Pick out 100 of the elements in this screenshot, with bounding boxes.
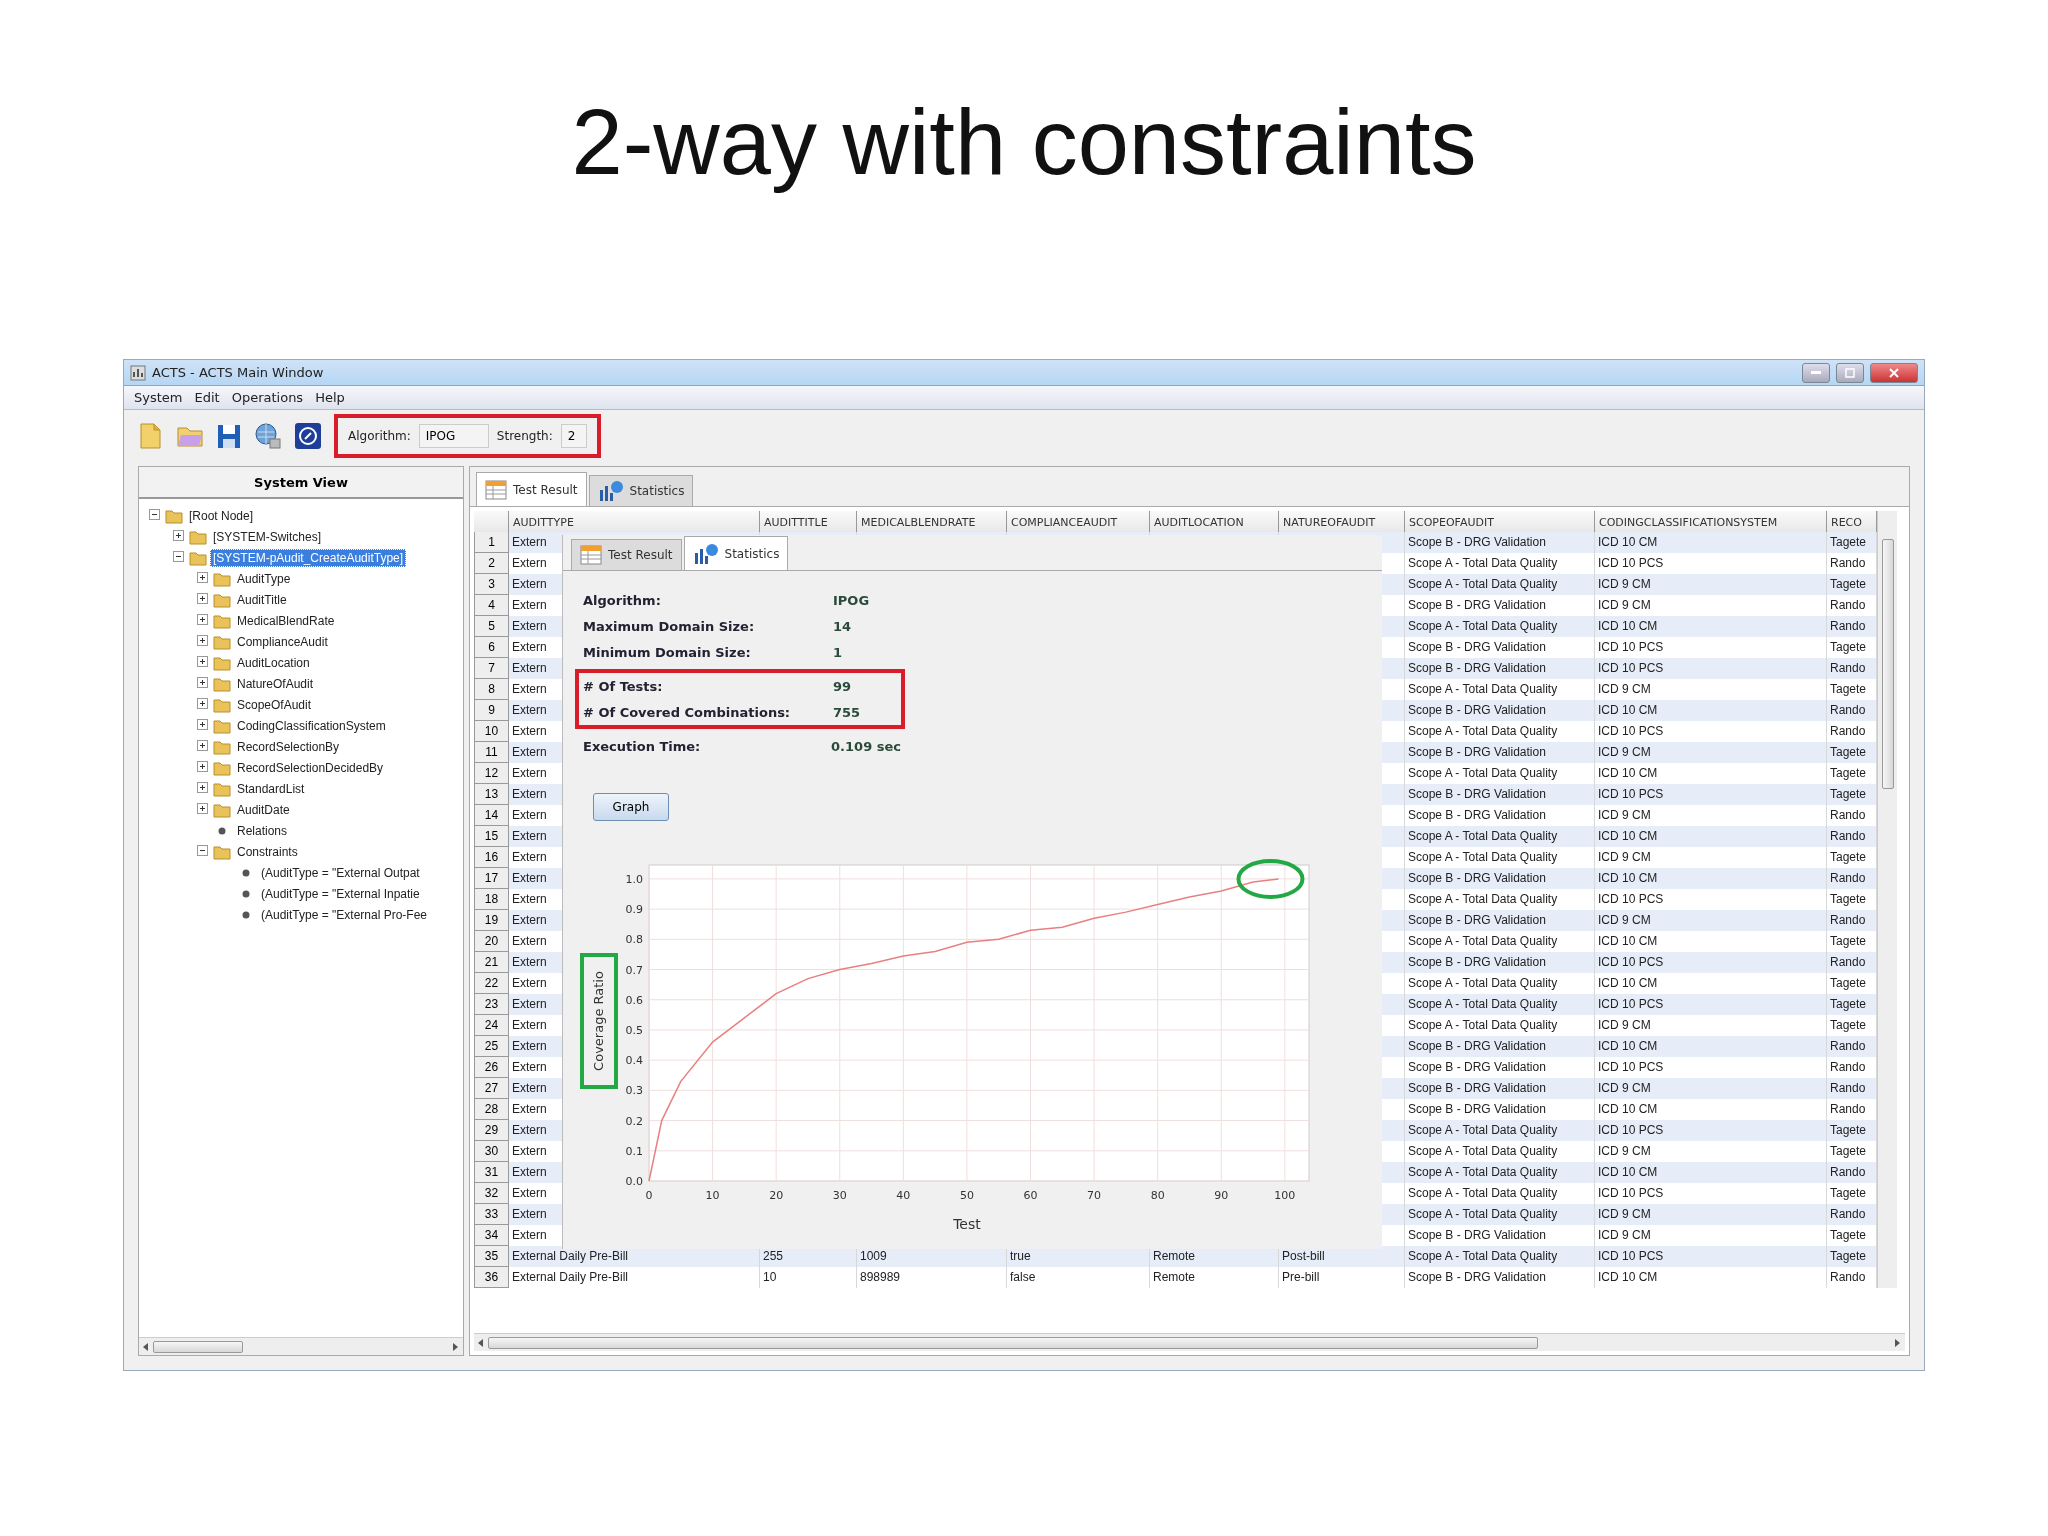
right-arrow-icon[interactable] <box>453 1342 459 1351</box>
expand-icon[interactable] <box>197 656 208 667</box>
help-icon[interactable] <box>294 422 322 450</box>
column-header[interactable]: AUDITLOCATION <box>1150 511 1279 535</box>
row-number: 6 <box>474 637 509 658</box>
folder-icon <box>165 507 183 524</box>
collapse-icon[interactable] <box>173 551 184 562</box>
expand-icon[interactable] <box>197 803 208 814</box>
bullet-icon <box>218 826 226 835</box>
expand-icon[interactable] <box>197 782 208 793</box>
chart-icon <box>692 542 719 565</box>
column-header[interactable]: CODINGCLASSIFICATIONSYSTEM <box>1595 511 1827 535</box>
menu-item[interactable]: Operations <box>231 390 304 405</box>
minimize-button[interactable] <box>1802 362 1830 383</box>
tree-item[interactable]: RecordSelectionDecidedBy <box>234 758 387 777</box>
collapse-icon[interactable] <box>149 509 160 520</box>
left-arrow-icon[interactable] <box>478 1338 484 1347</box>
table-icon <box>485 479 507 500</box>
tree-item[interactable]: (AuditType = "External Outpat <box>258 863 423 882</box>
expand-icon[interactable] <box>197 635 208 646</box>
app-icon <box>130 364 146 381</box>
expand-icon[interactable] <box>197 698 208 709</box>
stat-label: Maximum Domain Size: <box>583 618 756 634</box>
tab[interactable]: Test Result <box>476 472 587 506</box>
column-header[interactable]: AUDITTYPE <box>509 511 760 535</box>
expand-icon[interactable] <box>197 761 208 772</box>
expand-icon[interactable] <box>173 530 184 541</box>
column-header[interactable]: RECO <box>1827 511 1877 535</box>
tree-item[interactable]: ComplianceAudit <box>234 632 331 651</box>
tab[interactable]: Statistics <box>588 475 694 506</box>
right-arrow-icon[interactable] <box>1895 1338 1901 1347</box>
tree-item[interactable]: AuditType <box>234 569 294 588</box>
tab[interactable]: Test Result <box>571 539 682 570</box>
horizontal-scrollbar[interactable] <box>474 1333 1905 1351</box>
x-tick-label: 100 <box>1274 1189 1296 1202</box>
globe-icon[interactable] <box>254 422 282 450</box>
tree-item[interactable]: StandardList <box>234 779 308 798</box>
horizontal-scrollbar[interactable] <box>139 1337 463 1355</box>
maximize-icon <box>1845 367 1855 378</box>
expand-icon[interactable] <box>197 614 208 625</box>
expand-icon[interactable] <box>197 593 208 604</box>
row-number: 29 <box>474 1120 509 1141</box>
tree-item[interactable]: AuditDate <box>234 800 293 819</box>
left-arrow-icon[interactable] <box>143 1342 149 1351</box>
table-icon <box>580 545 602 565</box>
row-number: 11 <box>474 742 509 763</box>
expand-icon[interactable] <box>197 572 208 583</box>
tree-item[interactable]: CodingClassificationSystem <box>234 716 389 735</box>
tree-item[interactable]: [SYSTEM-pAudit_CreateAuditType] <box>210 548 407 567</box>
x-axis-title: Test <box>953 1216 981 1232</box>
table-cell: Scope B - DRG Validation <box>1405 1267 1595 1288</box>
column-header[interactable]: AUDITTITLE <box>760 511 857 535</box>
row-number: 28 <box>474 1099 509 1120</box>
vertical-scrollbar[interactable] <box>1877 511 1897 1288</box>
table-cell: ICD 10 CM <box>1595 1267 1827 1288</box>
tree-item[interactable]: (AuditType = "External Pro-Fee <box>258 905 430 924</box>
folder-icon <box>213 696 231 713</box>
save-icon[interactable] <box>216 422 242 450</box>
y-tick-label: 0.6 <box>625 993 643 1007</box>
collapse-icon[interactable] <box>197 845 208 856</box>
column-header[interactable]: MEDICALBLENDRATE <box>857 511 1007 535</box>
menu-item[interactable]: Edit <box>194 390 220 405</box>
tree-item[interactable]: RecordSelectionBy <box>234 737 343 756</box>
row-number: 19 <box>474 910 509 931</box>
tree-item[interactable]: Relations <box>234 821 291 840</box>
menu-item[interactable]: Help <box>315 390 345 405</box>
tree-item[interactable]: AuditLocation <box>234 653 313 672</box>
tree-item[interactable]: [SYSTEM-Switches] <box>210 527 325 546</box>
menu-item[interactable]: System <box>134 390 183 405</box>
tree-item[interactable]: NatureOfAudit <box>234 674 317 693</box>
graph-button[interactable]: Graph <box>593 793 669 821</box>
table-cell: false <box>1007 1267 1150 1288</box>
stat-label: Minimum Domain Size: <box>583 644 752 660</box>
row-number: 15 <box>474 826 509 847</box>
tab[interactable]: Statistics <box>683 536 789 570</box>
table-cell: External Daily Pre-Bill <box>509 1267 760 1288</box>
row-number: 32 <box>474 1183 509 1204</box>
folder-icon <box>213 654 231 671</box>
table-cell: 898989 <box>857 1267 1007 1288</box>
y-tick-label: 0.5 <box>625 1023 643 1037</box>
tree-item[interactable]: Constraints <box>234 842 301 861</box>
tree-item[interactable]: [Root Node] <box>186 506 257 525</box>
algorithm-field[interactable]: IPOG <box>418 424 489 448</box>
tree-item[interactable]: AuditTitle <box>234 590 290 609</box>
row-number: 34 <box>474 1225 509 1246</box>
tree-item[interactable]: MedicalBlendRate <box>234 611 338 630</box>
column-header[interactable]: SCOPEOFAUDIT <box>1405 511 1595 535</box>
tree-item[interactable]: ScopeOfAudit <box>234 695 315 714</box>
maximize-button[interactable] <box>1836 362 1864 383</box>
stat-value: IPOG <box>833 592 870 608</box>
expand-icon[interactable] <box>197 740 208 751</box>
expand-icon[interactable] <box>197 677 208 688</box>
tree-item[interactable]: (AuditType = "External Inpatie <box>258 884 423 903</box>
expand-icon[interactable] <box>197 719 208 730</box>
row-number: 3 <box>474 574 509 595</box>
close-button[interactable] <box>1870 362 1918 383</box>
folder-icon <box>213 612 231 629</box>
column-header[interactable]: COMPLIANCEAUDIT <box>1007 511 1150 535</box>
strength-field[interactable]: 2 <box>560 424 587 448</box>
column-header[interactable]: NATUREOFAUDIT <box>1279 511 1405 535</box>
